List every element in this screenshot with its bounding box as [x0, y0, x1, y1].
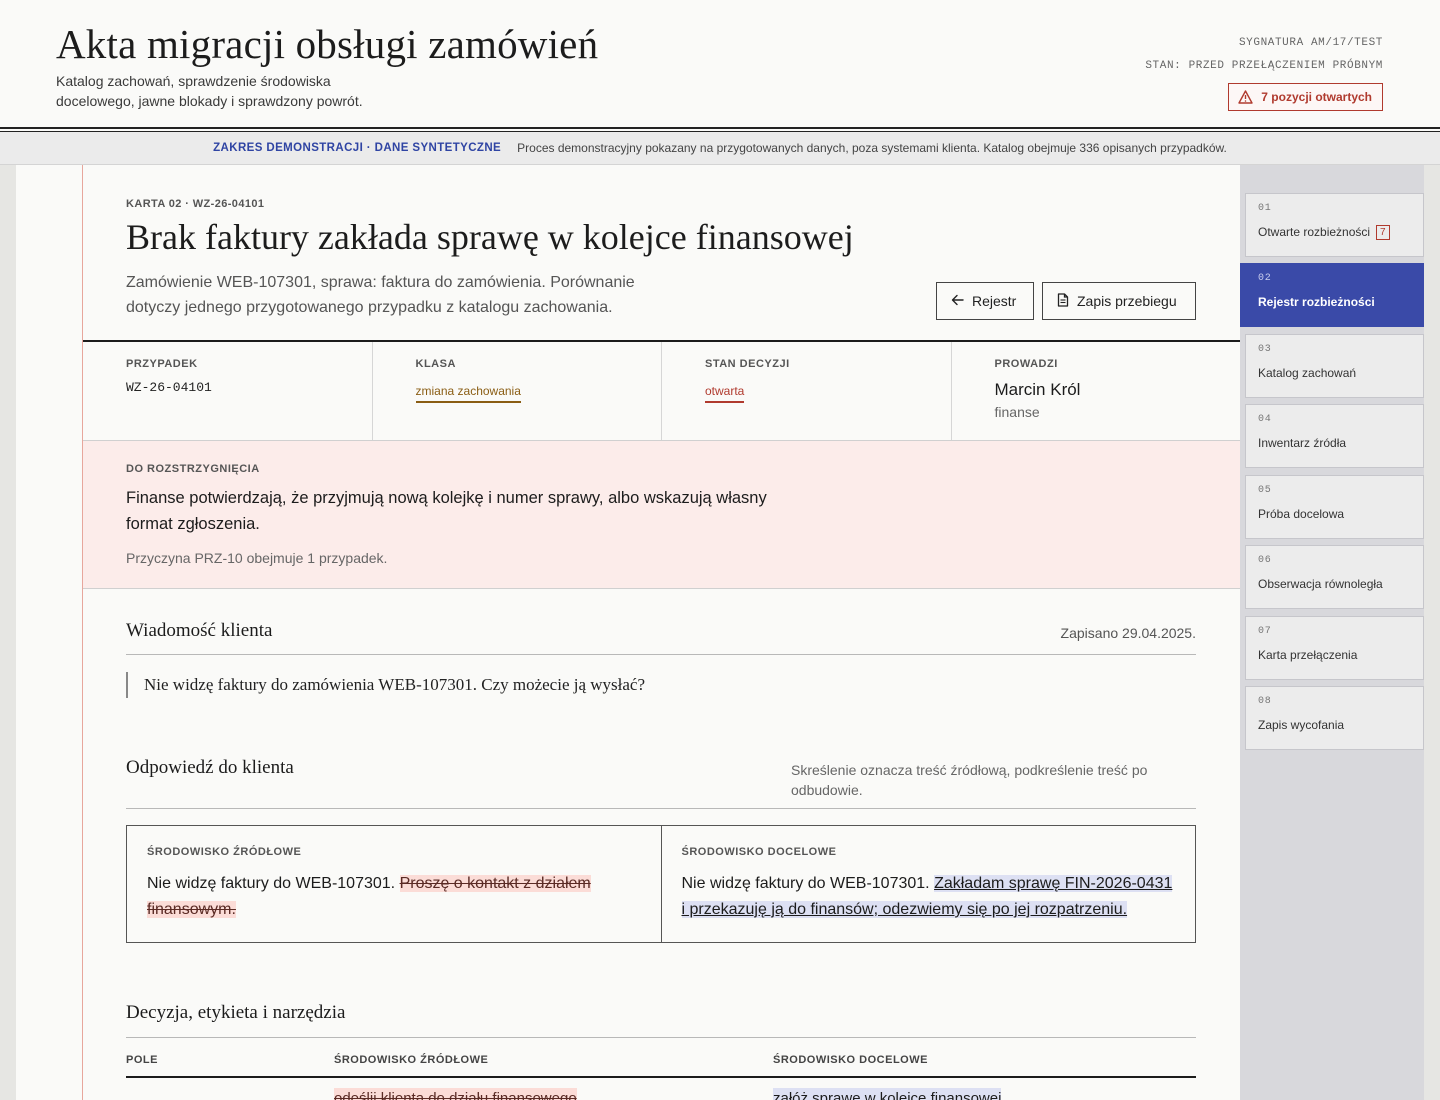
right-gutter [1424, 165, 1440, 1100]
nav-label-text: Otwarte rozbieżności [1258, 225, 1371, 239]
class-tag[interactable]: zmiana zachowania [415, 384, 521, 403]
nav-item-cutover-card[interactable]: 07 Karta przełączenia [1245, 616, 1424, 680]
card-description: Zamówienie WEB-107301, sprawa: faktura d… [126, 274, 635, 316]
client-message-title: Wiadomość klienta [126, 620, 273, 641]
decision-status[interactable]: otwarta [705, 384, 745, 403]
nav-label: Otwarte rozbieżności 7 [1258, 225, 1390, 240]
section-rule [126, 808, 1196, 809]
demo-banner: ZAKRES DEMONSTRACJI · DANE SYNTETYCZNE P… [0, 132, 1440, 165]
demo-text: Proces demonstracyjny pokazany na przygo… [517, 141, 1227, 155]
meta-decision: STAN DECYZJI otwarta [662, 342, 952, 440]
resolution-text: Finanse potwierdzają, że przyjmują nową … [126, 489, 767, 533]
card-code: KARTA 02 · WZ-26-04101 [126, 198, 265, 210]
target-unchanged: Nie widzę faktury do WEB-107301. [681, 875, 935, 892]
target-reply: Nie widzę faktury do WEB-107301. Zakłada… [681, 871, 1176, 923]
migration-state: STAN: PRZED PRZEŁĄCZENIEM PRÓBNYM [1145, 60, 1383, 72]
nav-item-behavior-catalog[interactable]: 03 Katalog zachowań [1245, 334, 1424, 398]
case-id: WZ-26-04101 [126, 380, 212, 395]
target-label: ŚRODOWISKO DOCELOWE [681, 846, 837, 858]
table-cell-target: załóż sprawę w kolejce finansowej [773, 1088, 1002, 1100]
diff-legend: Skreślenie oznacza treść źródłową, podkr… [791, 762, 1148, 798]
nav-number: 05 [1258, 485, 1272, 496]
nav-number: 07 [1258, 626, 1272, 637]
warning-icon [1238, 90, 1253, 104]
nav-item-source-inventory[interactable]: 04 Inwentarz źródła [1245, 404, 1424, 468]
nav-label: Zapis wycofania [1258, 718, 1345, 732]
nav-label: Karta przełączenia [1258, 648, 1358, 662]
nav-count-badge: 7 [1376, 225, 1390, 240]
run-log-label: Zapis przebiegu [1077, 293, 1177, 309]
nav-item-open-discrepancies[interactable]: 01 Otwarte rozbieżności 7 [1245, 193, 1424, 257]
nav-item-parallel-observation[interactable]: 06 Obserwacja równoległa [1245, 545, 1424, 609]
table-header-rule [126, 1076, 1196, 1078]
back-to-register-button[interactable]: Rejestr [936, 282, 1034, 320]
column-header-target: ŚRODOWISKO DOCELOWE [773, 1054, 928, 1066]
nav-number: 03 [1258, 344, 1272, 355]
reply-title: Odpowiedź do klienta [126, 757, 294, 778]
nav-label: Rejestr rozbieżności [1258, 295, 1375, 309]
left-gutter [0, 165, 16, 1100]
nav-item-discrepancy-register[interactable]: 02 Rejestr rozbieżności [1240, 263, 1424, 327]
section-rule [126, 1037, 1196, 1038]
nav-number: 04 [1258, 414, 1272, 425]
nav-label: Obserwacja równoległa [1258, 577, 1383, 591]
signature: SYGNATURA AM/17/TEST [1238, 37, 1383, 49]
open-items-badge[interactable]: 7 pozycji otwartych [1228, 83, 1383, 111]
nav-number: 08 [1258, 696, 1272, 707]
margin-line [82, 165, 83, 1100]
column-header-source: ŚRODOWISKO ŹRÓDŁOWE [334, 1054, 489, 1066]
meta-class: KLASA zmiana zachowania [373, 342, 662, 440]
decision-label: STAN DECYZJI [705, 358, 790, 370]
nav-label: Próba docelowa [1258, 507, 1345, 521]
source-column: ŚRODOWISKO ŹRÓDŁOWE Nie widzę faktury do… [127, 826, 662, 942]
client-quote: Nie widzę faktury do zamówienia WEB-1073… [126, 672, 645, 698]
nav-item-rollback-log[interactable]: 08 Zapis wycofania [1245, 686, 1424, 750]
case-meta: PRZYPADEK WZ-26-04101 KLASA zmiana zacho… [83, 342, 1240, 441]
meta-case: PRZYPADEK WZ-26-04101 [83, 342, 373, 440]
app-title: Akta migracji obsługi zamówień [56, 21, 599, 67]
saved-date: Zapisano 29.04.2025. [1060, 625, 1196, 641]
run-log-button[interactable]: Zapis przebiegu [1042, 282, 1196, 320]
table-cell-source: odeślij klienta do działu finansowego [334, 1088, 577, 1100]
meta-owner: PROWADZI Marcin Król finanse [952, 342, 1241, 440]
class-label: KLASA [415, 358, 456, 370]
arrow-left-icon [951, 293, 964, 309]
open-items-label: 7 pozycji otwartych [1261, 90, 1372, 104]
nav-number: 02 [1258, 273, 1272, 284]
nav-number: 06 [1258, 555, 1272, 566]
nav-label: Inwentarz źródła [1258, 436, 1347, 450]
card-title: Brak faktury zakłada sprawę w kolejce fi… [126, 217, 854, 257]
resolution-panel: DO ROZSTRZYGNIĘCIA Finanse potwierdzają,… [83, 441, 1240, 589]
owner-label: PROWADZI [994, 358, 1058, 370]
app-header: Akta migracji obsługi zamówień Katalog z… [0, 0, 1440, 127]
column-header-field: POLE [126, 1054, 158, 1066]
nav-label: Katalog zachowań [1258, 366, 1357, 380]
source-reply: Nie widzę faktury do WEB-107301. Proszę … [147, 871, 641, 923]
resolution-label: DO ROZSTRZYGNIĘCIA [126, 463, 260, 475]
back-button-label: Rejestr [972, 293, 1017, 309]
decision-title: Decyzja, etykieta i narzędzia [126, 1002, 346, 1023]
target-column: ŚRODOWISKO DOCELOWE Nie widzę faktury do… [662, 826, 1196, 942]
header-rule [0, 127, 1440, 129]
document-icon [1057, 292, 1069, 310]
source-label: ŚRODOWISKO ŹRÓDŁOWE [147, 846, 302, 858]
reply-comparison: ŚRODOWISKO ŹRÓDŁOWE Nie widzę faktury do… [126, 825, 1196, 943]
app-subtitle: Katalog zachowań, sprawdzenie środowiska… [56, 73, 363, 109]
case-label: PRZYPADEK [126, 358, 198, 370]
source-unchanged: Nie widzę faktury do WEB-107301. [147, 875, 400, 892]
demo-tag: ZAKRES DEMONSTRACJI · DANE SYNTETYCZNE [213, 142, 502, 154]
nav-number: 01 [1258, 203, 1272, 214]
section-rule [126, 654, 1196, 655]
owner-name: Marcin Król [994, 380, 1081, 399]
nav-item-target-trial[interactable]: 05 Próba docelowa [1245, 475, 1424, 539]
resolution-note: Przyczyna PRZ-10 obejmuje 1 przypadek. [126, 550, 388, 566]
owner-department: finanse [994, 404, 1040, 420]
